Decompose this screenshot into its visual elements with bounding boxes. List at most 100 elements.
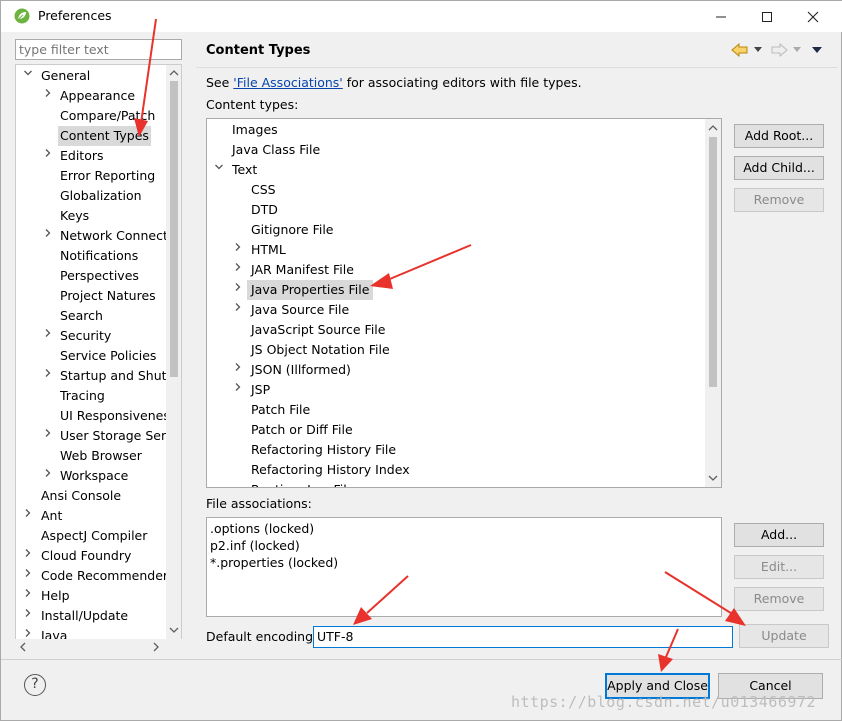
content-type-item[interactable]: JavaScript Source File [207,320,703,340]
back-arrow-icon[interactable] [731,43,749,57]
tree-item[interactable]: Help [16,586,166,606]
tree-twisty[interactable] [43,226,53,246]
content-type-twisty[interactable] [233,360,243,380]
content-type-item[interactable]: Text [207,160,703,180]
tree-item[interactable]: Project Natures [16,286,166,306]
content-type-item[interactable]: CSS [207,180,703,200]
tree-item[interactable]: Appearance [16,86,166,106]
collapsed-twisty-icon[interactable] [23,588,33,598]
content-type-item[interactable]: JSON (Illformed) [207,360,703,380]
content-type-item[interactable]: Refactoring History File [207,440,703,460]
minimize-button[interactable] [698,1,744,32]
collapsed-twisty-icon[interactable] [23,548,33,558]
remove-content-type-button[interactable]: Remove [734,188,824,212]
content-type-item[interactable]: Refactoring History Index [207,460,703,480]
tree-item[interactable]: Keys [16,206,166,226]
tree-item[interactable]: Perspectives [16,266,166,286]
tree-item[interactable]: Ant [16,506,166,526]
collapsed-twisty-icon[interactable] [43,468,53,478]
tree-item[interactable]: Globalization [16,186,166,206]
file-association-item[interactable]: p2.inf (locked) [210,537,718,554]
tree-item[interactable]: Install/Update [16,606,166,626]
collapsed-twisty-icon[interactable] [233,362,243,372]
tree-twisty[interactable] [23,546,33,566]
tree-item[interactable]: Cloud Foundry [16,546,166,566]
tree-twisty[interactable] [23,586,33,606]
remove-association-button[interactable]: Remove [734,587,824,611]
scroll-down-icon[interactable] [708,474,718,482]
file-associations-link[interactable]: 'File Associations' [233,75,342,90]
content-type-item[interactable]: Java Class File [207,140,703,160]
tree-twisty[interactable] [43,326,53,346]
file-association-item[interactable]: .options (locked) [210,520,718,537]
tree-item[interactable]: Compare/Patch [16,106,166,126]
tree-item[interactable]: AspectJ Compiler [16,526,166,546]
tree-item[interactable]: User Storage Service [16,426,181,446]
collapsed-twisty-icon[interactable] [233,282,243,292]
tree-twisty[interactable] [43,466,53,486]
tree-item[interactable]: Workspace [16,466,166,486]
tree-item[interactable]: UI Responsiveness [16,406,176,426]
edit-association-button[interactable]: Edit... [734,555,824,579]
tree-twisty[interactable] [23,506,33,526]
content-type-item[interactable]: DTD [207,200,703,220]
content-type-twisty[interactable] [214,160,224,180]
tree-twisty[interactable] [43,366,53,386]
content-type-item[interactable]: Runtime Log File [207,480,703,487]
content-type-twisty[interactable] [233,260,243,280]
filter-input[interactable] [15,39,182,60]
content-type-item[interactable]: Java Properties File [207,280,703,300]
content-type-item[interactable]: HTML [207,240,703,260]
tree-item[interactable]: Startup and Shutdown [16,366,181,386]
collapsed-twisty-icon[interactable] [43,88,53,98]
tree-item[interactable]: Tracing [16,386,166,406]
preferences-tree[interactable]: Java Install/Update Help Code Recommenders C… [15,64,182,640]
scroll-right-icon[interactable] [152,642,160,652]
content-types-tree[interactable]: Runtime Log File Refactoring History Inde… [206,118,722,488]
collapsed-twisty-icon[interactable] [233,262,243,272]
content-type-item[interactable]: JAR Manifest File [207,260,703,280]
content-type-item[interactable]: Java Source File [207,300,703,320]
collapsed-twisty-icon[interactable] [23,568,33,578]
scroll-down-icon[interactable] [169,626,179,634]
content-type-item[interactable]: Patch File [207,400,703,420]
scroll-up-icon[interactable] [708,124,718,132]
collapsed-twisty-icon[interactable] [233,382,243,392]
update-button[interactable]: Update [739,624,829,648]
tree-twisty[interactable] [43,146,53,166]
tree-item[interactable]: Ansi Console [16,486,166,506]
tree-item[interactable]: Network Connections [16,226,181,246]
content-type-item[interactable]: Gitignore File [207,220,703,240]
tree-scroll-thumb[interactable] [170,81,178,377]
content-type-twisty[interactable] [233,240,243,260]
collapsed-twisty-icon[interactable] [43,328,53,338]
tree-item[interactable]: Search [16,306,166,326]
collapsed-twisty-icon[interactable] [233,242,243,252]
tree-twisty[interactable] [23,66,33,86]
content-type-twisty[interactable] [233,280,243,300]
content-types-scrollbar[interactable] [705,119,721,487]
collapsed-twisty-icon[interactable] [43,228,53,238]
tree-item[interactable]: Content Types [16,126,166,146]
collapsed-twisty-icon[interactable] [23,608,33,618]
tree-item[interactable]: Editors [16,146,166,166]
content-types-scroll-thumb[interactable] [709,137,717,387]
tree-twisty[interactable] [43,426,53,446]
add-child-button[interactable]: Add Child... [734,156,824,180]
add-root-button[interactable]: Add Root... [734,124,824,148]
back-dropdown-icon[interactable] [754,47,762,53]
tree-item[interactable]: Service Policies [16,346,166,366]
tree-horizontal-scrollbar[interactable] [15,639,182,655]
add-association-button[interactable]: Add... [734,523,824,547]
tree-twisty[interactable] [23,626,33,639]
tree-item[interactable]: Security [16,326,166,346]
maximize-button[interactable] [744,1,790,32]
view-menu-icon[interactable] [812,47,822,54]
tree-vertical-scrollbar[interactable] [166,65,181,639]
content-type-twisty[interactable] [233,300,243,320]
default-encoding-input[interactable]: UTF-8 [313,626,733,648]
tree-twisty[interactable] [43,86,53,106]
collapsed-twisty-icon[interactable] [43,368,53,378]
scroll-up-icon[interactable] [169,69,179,77]
collapsed-twisty-icon[interactable] [233,302,243,312]
